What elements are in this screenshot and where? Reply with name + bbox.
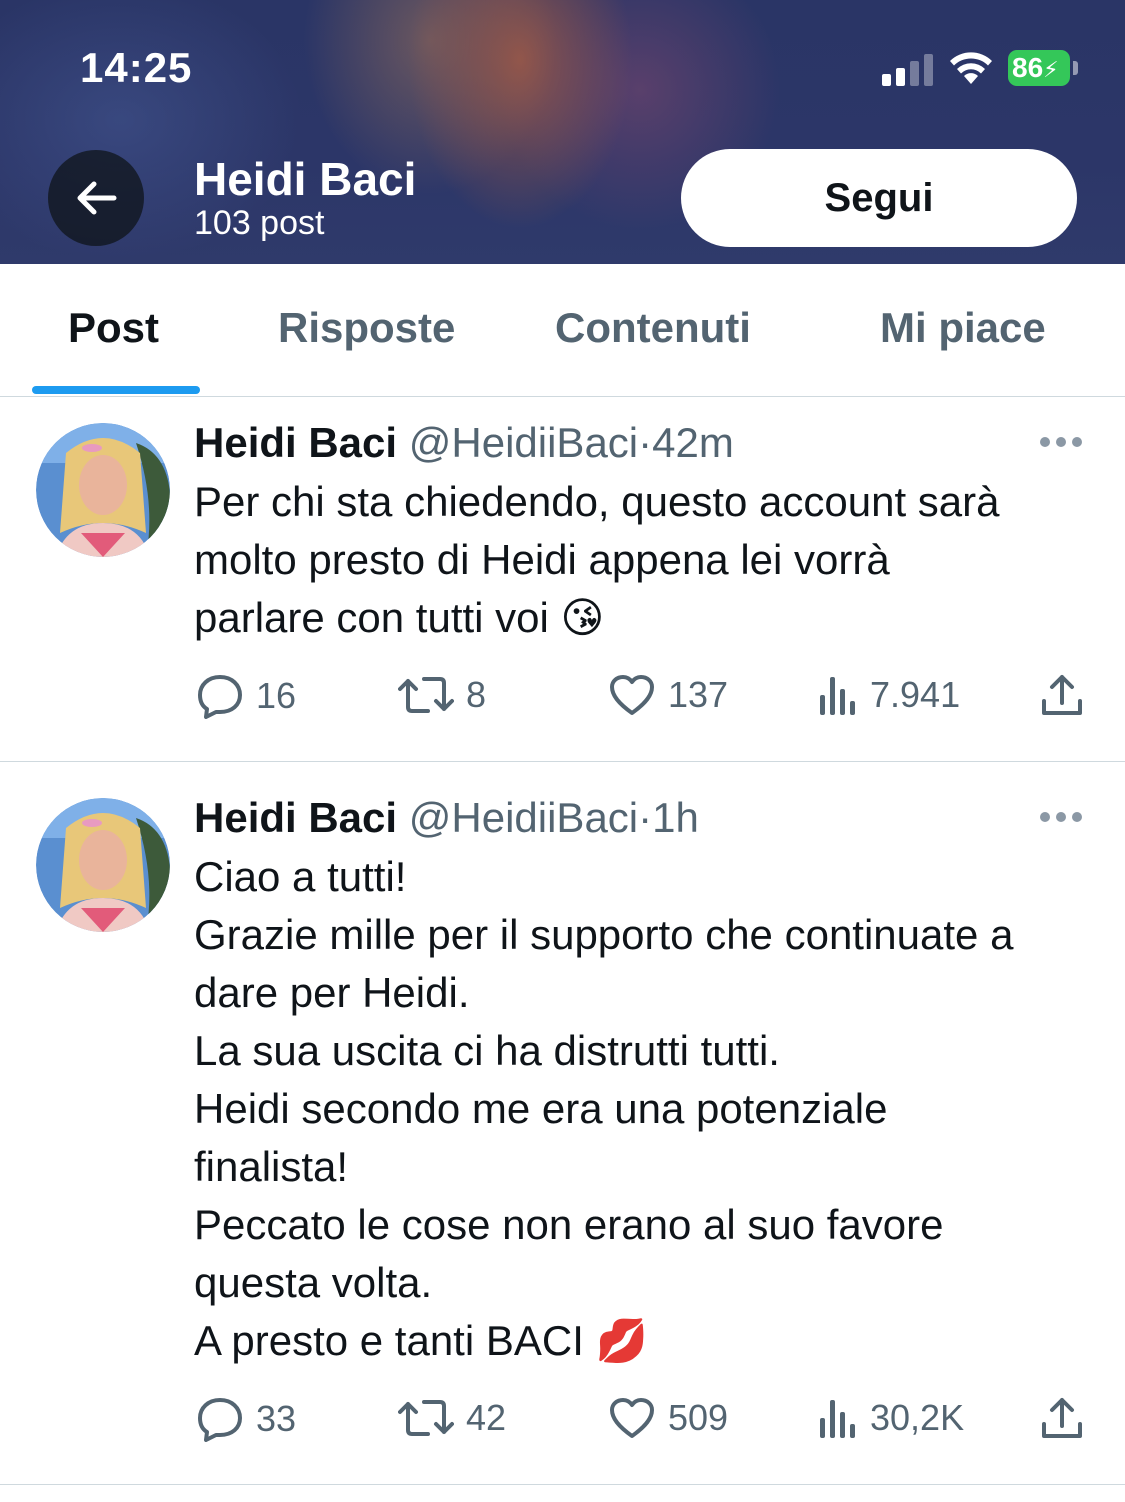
views-count: 30,2K: [870, 1397, 965, 1438]
tweet-header: Heidi Baci @HeidiiBaci·1h: [194, 794, 699, 842]
profile-header: 14:25 86⚡ Heidi Baci 103 post Segui: [0, 0, 1125, 264]
views-button[interactable]: 30,2K: [818, 1396, 964, 1440]
share-icon: [1042, 675, 1082, 715]
share-button[interactable]: [1040, 1396, 1084, 1440]
cellular-signal-icon: [882, 52, 934, 86]
tweet-handle[interactable]: @HeidiiBaci: [409, 794, 638, 841]
tweet-text-line: Grazie mille per il supporto che continu…: [194, 911, 1014, 958]
tweet[interactable]: Heidi Baci @HeidiiBaci·1h Ciao a tutti! …: [0, 762, 1125, 1485]
arrow-left-icon: [77, 181, 117, 215]
tweet-text-line: A presto e tanti BACI 💋: [194, 1317, 648, 1364]
tab-risposte[interactable]: Risposte: [278, 304, 455, 352]
battery-tip: [1073, 61, 1078, 75]
reply-icon: [198, 675, 242, 719]
follow-button[interactable]: Segui: [681, 149, 1077, 247]
tweet-text-line: parlare con tutti voi 😘: [194, 594, 605, 641]
tab-contenuti[interactable]: Contenuti: [555, 304, 751, 352]
tweet-text-line: molto presto di Heidi appena lei vorrà: [194, 536, 890, 583]
retweet-count: 42: [466, 1397, 507, 1438]
tweet-text-line: Per chi sta chiedendo, questo account sa…: [194, 478, 1000, 525]
profile-tabs: Post Risposte Contenuti Mi piace: [0, 264, 1125, 397]
profile-name: Heidi Baci: [194, 153, 417, 205]
more-options-icon[interactable]: [1040, 812, 1084, 824]
back-button[interactable]: [48, 150, 144, 246]
reply-count: 16: [256, 675, 297, 716]
tweet-text-line: dare per Heidi.: [194, 969, 470, 1016]
tab-post[interactable]: Post: [68, 304, 159, 352]
tweet-text: Per chi sta chiedendo, questo account sa…: [194, 473, 1094, 647]
tweet-author-name[interactable]: Heidi Baci: [194, 419, 397, 466]
views-button[interactable]: 7.941: [818, 673, 960, 717]
tweet-separator: ·: [638, 794, 653, 841]
battery-icon: 86⚡: [1008, 50, 1070, 86]
share-icon: [1042, 1398, 1082, 1438]
tweet-author-name[interactable]: Heidi Baci: [194, 794, 397, 841]
tweet-text-line: La sua uscita ci ha distrutti tutti.: [194, 1027, 780, 1074]
tweet-separator: ·: [638, 419, 653, 466]
tweet-text-line: Ciao a tutti!: [194, 853, 407, 900]
tweet[interactable]: Heidi Baci @HeidiiBaci·42m Per chi sta c…: [0, 397, 1125, 762]
heart-icon: [610, 675, 654, 715]
heart-icon: [610, 1398, 654, 1438]
avatar[interactable]: [36, 798, 170, 932]
active-tab-indicator: [32, 386, 200, 394]
post-count: 103 post: [194, 204, 325, 242]
more-options-icon[interactable]: [1040, 437, 1084, 449]
like-count: 509: [668, 1397, 729, 1438]
tweet-text-line: questa volta.: [194, 1259, 433, 1306]
views-count: 7.941: [870, 674, 961, 715]
reply-icon: [198, 1398, 242, 1442]
retweet-icon: [398, 1400, 454, 1436]
tweet-text-line: Peccato le cose non erano al suo favore: [194, 1201, 944, 1248]
tweet-text-line: finalista!: [194, 1143, 349, 1190]
share-button[interactable]: [1040, 673, 1084, 717]
tab-mi-piace[interactable]: Mi piace: [880, 304, 1046, 352]
retweet-icon: [398, 677, 454, 713]
like-button[interactable]: 137: [608, 673, 728, 717]
retweet-button[interactable]: 42: [398, 1396, 506, 1440]
avatar[interactable]: [36, 423, 170, 557]
tweet-header: Heidi Baci @HeidiiBaci·42m: [194, 419, 734, 467]
battery-level: 86: [1012, 52, 1044, 83]
tweet-handle[interactable]: @HeidiiBaci: [409, 419, 638, 466]
like-button[interactable]: 509: [608, 1396, 728, 1440]
tweet-text-line: Heidi secondo me era una potenziale: [194, 1085, 888, 1132]
views-chart-icon: [820, 1400, 855, 1438]
reply-button[interactable]: 16: [196, 673, 296, 719]
status-time: 14:25: [80, 44, 193, 91]
views-chart-icon: [820, 677, 855, 715]
retweet-count: 8: [466, 674, 487, 715]
tweet-time[interactable]: 42m: [652, 419, 734, 466]
reply-count: 33: [256, 1398, 297, 1439]
wifi-icon: [950, 52, 992, 84]
like-count: 137: [668, 674, 729, 715]
retweet-button[interactable]: 8: [398, 673, 486, 717]
reply-button[interactable]: 33: [196, 1396, 296, 1442]
tweet-text: Ciao a tutti! Grazie mille per il suppor…: [194, 848, 1094, 1370]
tweet-time[interactable]: 1h: [652, 794, 699, 841]
